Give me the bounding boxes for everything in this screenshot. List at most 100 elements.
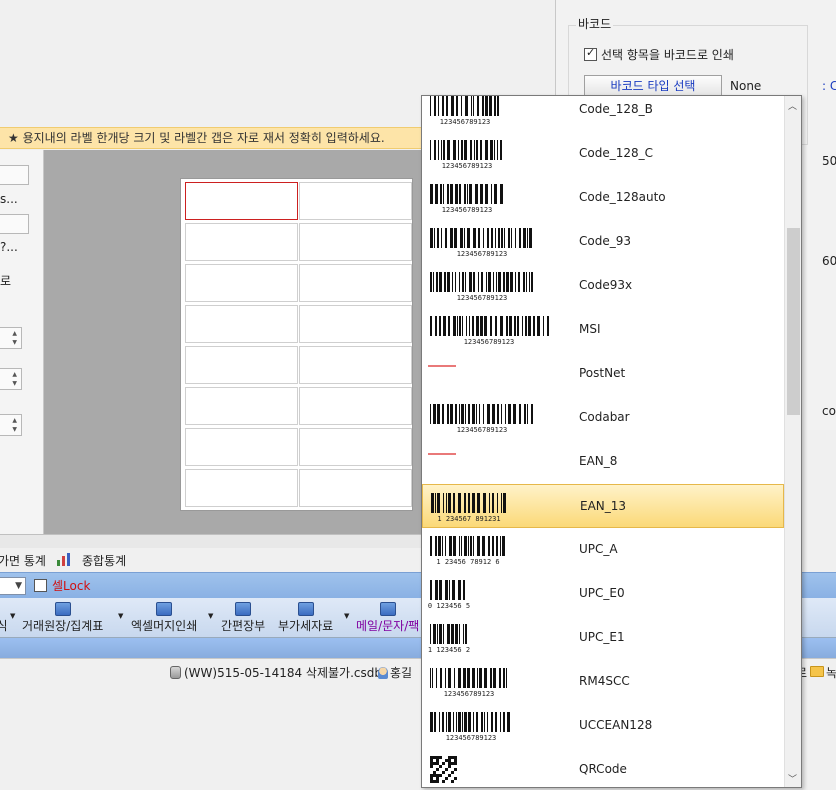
spinner-1[interactable]: ▲ ▼	[0, 327, 22, 349]
dropdown-scrollbar[interactable]: ︿ ﹀	[784, 96, 801, 787]
toolbar-combo[interactable]: ▼	[0, 577, 26, 595]
menu-item-excel-merge[interactable]: 엑셀머지인쇄	[131, 602, 197, 634]
menu-arrow-vat[interactable]: ▼	[344, 612, 349, 620]
chart-icon	[56, 551, 72, 570]
menu-arrow-ledger[interactable]: ▼	[118, 612, 123, 620]
barcode-sample-text: 123456789123	[446, 734, 497, 742]
setting-text-3: 로	[0, 274, 12, 288]
scroll-thumb[interactable]	[787, 228, 800, 415]
db-file-name: (WW)515-05-14184 삭제불가.csdb	[184, 666, 382, 680]
barcode-type-option[interactable]: 123456789123 UCCEAN128	[422, 704, 784, 748]
user-status: 홍길	[378, 664, 412, 681]
barcode-type-name: Code_128_B	[579, 102, 653, 116]
db-file-status: (WW)515-05-14184 삭제불가.csdb	[170, 664, 382, 681]
database-icon	[170, 666, 181, 679]
user-name: 홍길	[390, 666, 413, 680]
barcode-type-option[interactable]: 1 123456 2 UPC_E1	[422, 616, 784, 660]
label-cell[interactable]	[299, 428, 412, 466]
scroll-down-arrow[interactable]: ﹀	[788, 772, 797, 785]
barcode-type-name: UPC_A	[579, 542, 618, 556]
edge-fragment-mid1: 504	[822, 154, 836, 168]
barcode-type-option[interactable]: 123456789123 Code_128_C	[422, 132, 784, 176]
mail-icon	[379, 602, 396, 616]
label-cell[interactable]	[185, 264, 298, 302]
barcode-type-option[interactable]: 1 23456 78912 6 UPC_A	[422, 528, 784, 572]
barcode-type-name: RM4SCC	[579, 674, 630, 688]
menu-item-mail[interactable]: 메일/문자/팩	[356, 602, 419, 634]
label-cell[interactable]	[299, 264, 412, 302]
print-as-barcode-label: 선택 항목을 바코드로 인쇄	[601, 48, 734, 62]
spinner-3[interactable]: ▲ ▼	[0, 414, 22, 436]
barcode-sample-text: 123456789123	[444, 690, 495, 698]
barcode-type-option[interactable]: 123456789123 RM4SCC	[422, 660, 784, 704]
label-cell[interactable]	[185, 223, 298, 261]
label-cell[interactable]	[185, 469, 298, 507]
barcode-preview-icon: 0 123456 5	[428, 579, 470, 611]
user-icon	[378, 667, 388, 679]
barcode-type-name: Codabar	[579, 410, 630, 424]
cell-lock-checkbox[interactable]	[34, 579, 47, 592]
barcode-type-dropdown[interactable]: 123456789123 Code_128_B 123456789123 Code_1…	[421, 95, 802, 788]
label-cell[interactable]	[299, 305, 412, 343]
label-cell[interactable]	[185, 428, 298, 466]
barcode-type-option[interactable]: 123456789123 MSI	[422, 308, 784, 352]
label-cell[interactable]	[185, 182, 298, 220]
menu-arrow-excel-merge[interactable]: ▼	[208, 612, 213, 620]
menu-item-simple-book[interactable]: 간편장부	[221, 602, 265, 634]
setting-field-1[interactable]	[0, 165, 29, 185]
tab-stats[interactable]: 가면 통계	[0, 552, 46, 569]
preview-footer	[0, 534, 422, 548]
label-cell[interactable]	[299, 182, 412, 220]
barcode-group-title: 바코드	[576, 15, 614, 32]
barcode-type-option[interactable]: 123456789123 Code93x	[422, 264, 784, 308]
barcode-preview-icon: 123456789123	[428, 711, 514, 743]
ledger-icon	[54, 602, 71, 616]
barcode-type-name: MSI	[579, 322, 601, 336]
barcode-sample-text: 123456789123	[442, 162, 493, 170]
barcode-type-name: UCCEAN128	[579, 718, 653, 732]
barcode-type-option[interactable]: 123456789123 Code_128_B	[422, 96, 784, 132]
tab-total-stats[interactable]: 종합통계	[82, 552, 126, 569]
barcode-preview-icon	[428, 755, 462, 787]
label-cell[interactable]	[299, 346, 412, 384]
edge-fragment-bottom: co	[822, 404, 836, 418]
label-preview-area	[44, 150, 422, 534]
label-cell[interactable]	[299, 387, 412, 425]
label-cell[interactable]	[185, 305, 298, 343]
label-sheet-preview	[180, 178, 413, 511]
label-cell[interactable]	[185, 387, 298, 425]
select-barcode-type-button[interactable]: 바코드 타입 선택	[584, 75, 722, 97]
barcode-type-option[interactable]: QRCode	[422, 748, 784, 787]
barcode-sample-text: 123456789123	[442, 206, 493, 214]
barcode-type-name: Code_93	[579, 234, 631, 248]
barcode-type-name: QRCode	[579, 762, 627, 776]
menu-item-vat[interactable]: 부가세자료	[278, 602, 333, 634]
menu-label-vat: 부가세자료	[278, 619, 334, 633]
barcode-type-name: Code_128auto	[579, 190, 666, 204]
setting-text-2: ?...	[0, 240, 18, 254]
scroll-up-arrow[interactable]: ︿	[788, 99, 797, 112]
label-cell[interactable]	[299, 223, 412, 261]
barcode-sample-text: 0 123456 5	[428, 602, 470, 610]
setting-field-2[interactable]	[0, 214, 29, 234]
label-cell[interactable]	[185, 346, 298, 384]
barcode-type-name: UPC_E1	[579, 630, 625, 644]
print-as-barcode-option[interactable]: 선택 항목을 바코드로 인쇄	[584, 46, 734, 63]
menu-label-0: 식	[0, 619, 8, 633]
print-as-barcode-checkbox[interactable]	[584, 46, 597, 61]
label-cell[interactable]	[299, 469, 412, 507]
barcode-type-option[interactable]: 1 234567 891231 EAN_13	[422, 484, 784, 528]
menu-item-ledger[interactable]: 거래원장/집계표	[22, 602, 103, 634]
barcode-sample-text: 1 23456 78912 6	[436, 558, 499, 566]
barcode-type-option[interactable]: PostNet	[422, 352, 784, 396]
barcode-type-option[interactable]: 0 123456 5 UPC_E0	[422, 572, 784, 616]
barcode-type-option[interactable]: EAN_8	[422, 440, 784, 484]
menu-label-mail: 메일/문자/팩	[356, 619, 420, 633]
menu-item-0[interactable]: 식	[0, 602, 10, 634]
barcode-type-option[interactable]: 123456789123 Code_128auto	[422, 176, 784, 220]
barcode-type-option[interactable]: 123456789123 Codabar	[422, 396, 784, 440]
barcode-type-name: UPC_E0	[579, 586, 625, 600]
menu-arrow-0[interactable]: ▼	[10, 612, 15, 620]
barcode-type-option[interactable]: 123456789123 Code_93	[422, 220, 784, 264]
spinner-2[interactable]: ▲ ▼	[0, 368, 22, 390]
